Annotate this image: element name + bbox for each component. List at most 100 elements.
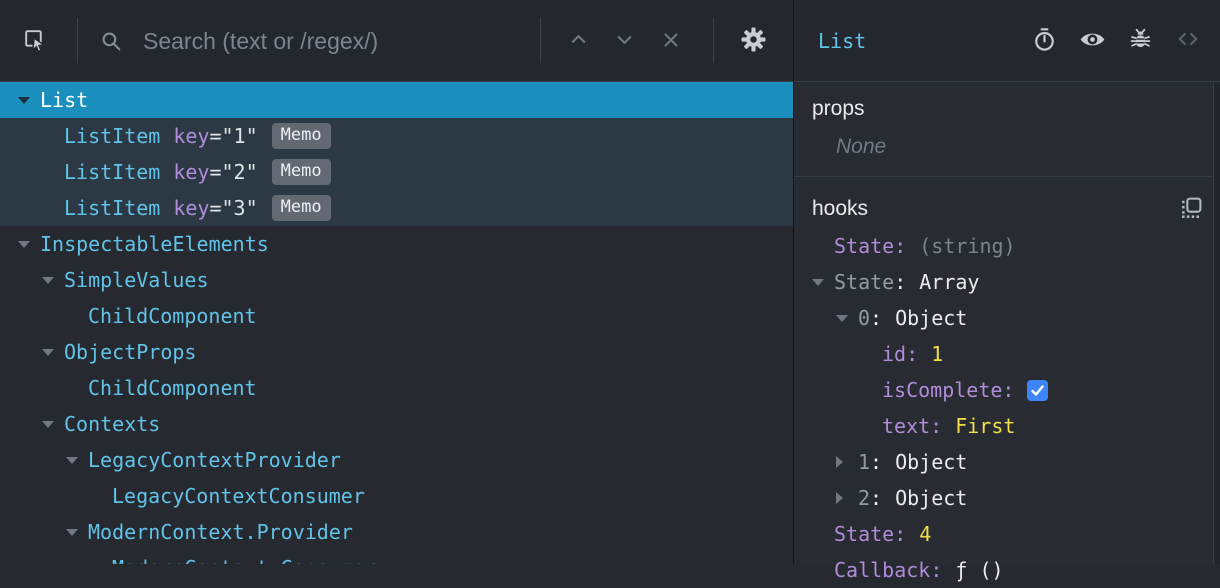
previous-result-button[interactable] bbox=[556, 20, 600, 62]
hook-name: 1 bbox=[858, 450, 871, 474]
hook-value: Object bbox=[895, 450, 968, 474]
component-name: ListItem bbox=[64, 196, 161, 220]
tree-row-list[interactable]: List bbox=[0, 82, 793, 118]
inspector-actions bbox=[1024, 21, 1208, 61]
tree-row-listitem[interactable]: ListItem key ="2" Memo bbox=[0, 154, 793, 190]
hooks-rows: State: (string) State: Array 0: Object id: 1 isC… bbox=[794, 228, 1220, 588]
memo-badge: Memo bbox=[271, 123, 331, 149]
hook-name: 2 bbox=[858, 486, 871, 510]
tree-row-legacycontextprovider[interactable]: LegacyContextProvider bbox=[0, 442, 793, 478]
key-attribute-name: key bbox=[173, 160, 210, 184]
triangle-down bbox=[66, 528, 78, 536]
triangle-right bbox=[836, 492, 843, 504]
search-icon bbox=[99, 29, 124, 59]
expander-icon[interactable] bbox=[836, 456, 858, 468]
gear-icon bbox=[741, 27, 766, 55]
selected-component-title: List bbox=[818, 28, 867, 53]
tree-row-childcomponent[interactable]: ChildComponent bbox=[0, 298, 793, 334]
triangle-down bbox=[836, 314, 848, 322]
inspect-element-button[interactable] bbox=[12, 20, 56, 62]
expander-icon[interactable] bbox=[42, 276, 64, 284]
hook-name: id: bbox=[882, 342, 919, 366]
hook-row-2: 2: Object bbox=[794, 480, 1220, 516]
tree-row-moderncontext-provider[interactable]: ModernContext.Provider bbox=[0, 514, 793, 550]
hook-value: Object bbox=[895, 486, 968, 510]
component-name: ListItem bbox=[64, 124, 161, 148]
search-input[interactable] bbox=[141, 20, 529, 62]
tree-row-childcomponent[interactable]: ChildComponent bbox=[0, 370, 793, 406]
expander-icon[interactable] bbox=[18, 240, 40, 248]
hook-value: Array bbox=[919, 270, 980, 294]
hook-value[interactable]: First bbox=[955, 414, 1015, 438]
expander-icon[interactable] bbox=[42, 420, 64, 428]
component-tree: List ListItem key ="1" Memo ListItem key ="2" Me… bbox=[0, 82, 793, 564]
tree-toolbar bbox=[0, 0, 793, 82]
settings-button[interactable] bbox=[731, 20, 775, 62]
component-name: SimpleValues bbox=[64, 268, 209, 292]
expander-icon[interactable] bbox=[836, 492, 858, 504]
tree-row-listitem[interactable]: ListItem key ="3" Memo bbox=[0, 190, 793, 226]
hook-row-state: State: Array bbox=[794, 264, 1220, 300]
triangle-right bbox=[836, 456, 843, 468]
component-name: LegacyContextConsumer bbox=[112, 484, 365, 508]
tree-row-inspectableelements[interactable]: InspectableElements bbox=[0, 226, 793, 262]
props-section-title: props bbox=[812, 97, 865, 120]
hook-name-colon: : bbox=[894, 270, 907, 294]
checkbox-checked[interactable] bbox=[1027, 379, 1049, 401]
toolbar-divider bbox=[77, 18, 78, 63]
expander-icon[interactable] bbox=[42, 348, 64, 356]
tree-row-legacycontextconsumer[interactable]: LegacyContextConsumer bbox=[0, 478, 793, 514]
view-source-button[interactable] bbox=[1168, 21, 1208, 61]
props-section: props None bbox=[794, 82, 1220, 177]
component-name: Contexts bbox=[64, 412, 161, 436]
tree-row-simplevalues[interactable]: SimpleValues bbox=[0, 262, 793, 298]
hook-row-id: id: 1 bbox=[794, 336, 1220, 372]
expander-icon[interactable] bbox=[836, 314, 858, 322]
component-name: ModernContext.Provider bbox=[88, 520, 353, 544]
stopwatch-icon bbox=[1032, 27, 1057, 55]
hook-name-colon: : bbox=[870, 306, 883, 330]
hook-row-iscomplete: isComplete: bbox=[794, 372, 1220, 408]
load-source-icon bbox=[1180, 196, 1203, 222]
tree-row-moderncontext-consumer[interactable]: ModernContext.Consumer bbox=[0, 550, 793, 564]
triangle-down bbox=[42, 420, 54, 428]
hook-name: Callback: bbox=[834, 558, 943, 582]
hook-name-colon: : bbox=[870, 450, 883, 474]
hook-row-state: State: 4 bbox=[794, 516, 1220, 552]
expander-icon[interactable] bbox=[66, 528, 88, 536]
parse-hook-names-button[interactable] bbox=[1174, 192, 1208, 226]
clear-search-button[interactable] bbox=[649, 20, 693, 62]
hook-name: State bbox=[834, 270, 895, 294]
hook-name: 0 bbox=[858, 306, 871, 330]
tree-row-objectprops[interactable]: ObjectProps bbox=[0, 334, 793, 370]
hook-value[interactable]: 4 bbox=[919, 522, 931, 546]
expander-icon[interactable] bbox=[18, 96, 40, 104]
tree-row-contexts[interactable]: Contexts bbox=[0, 406, 793, 442]
inspector-panel: List props None hooks State: (string) St… bbox=[794, 0, 1220, 582]
component-name: ListItem bbox=[64, 160, 161, 184]
component-name: LegacyContextProvider bbox=[88, 448, 341, 472]
hooks-section: hooks State: (string) State: Array 0: … bbox=[794, 177, 1220, 588]
hooks-section-header: hooks bbox=[794, 190, 1220, 228]
hook-name: State: bbox=[834, 522, 907, 546]
log-component-button[interactable] bbox=[1120, 21, 1160, 61]
triangle-down bbox=[42, 276, 54, 284]
suspend-toggle-button[interactable] bbox=[1024, 21, 1064, 61]
inspect-dom-button[interactable] bbox=[1072, 21, 1112, 61]
component-name: ChildComponent bbox=[88, 376, 257, 400]
component-name: ModernContext.Consumer bbox=[112, 556, 377, 564]
hook-value[interactable]: 1 bbox=[931, 342, 943, 366]
hook-row-callback: Callback: ƒ () bbox=[794, 552, 1220, 588]
hook-value: ƒ () bbox=[955, 558, 1004, 582]
inspect-icon bbox=[21, 26, 48, 56]
triangle-down bbox=[66, 456, 78, 464]
toolbar-divider bbox=[713, 18, 714, 63]
expander-icon[interactable] bbox=[812, 278, 834, 286]
expander-icon[interactable] bbox=[66, 456, 88, 464]
scrollbar-track[interactable] bbox=[1213, 82, 1220, 564]
hook-row-0: 0: Object bbox=[794, 300, 1220, 336]
triangle-down bbox=[18, 96, 30, 104]
components-tree-panel: ListListItemkey="1"MemoListItemkey="2"Me… bbox=[0, 0, 793, 564]
next-result-button[interactable] bbox=[602, 20, 646, 62]
tree-row-listitem[interactable]: ListItem key ="1" Memo bbox=[0, 118, 793, 154]
